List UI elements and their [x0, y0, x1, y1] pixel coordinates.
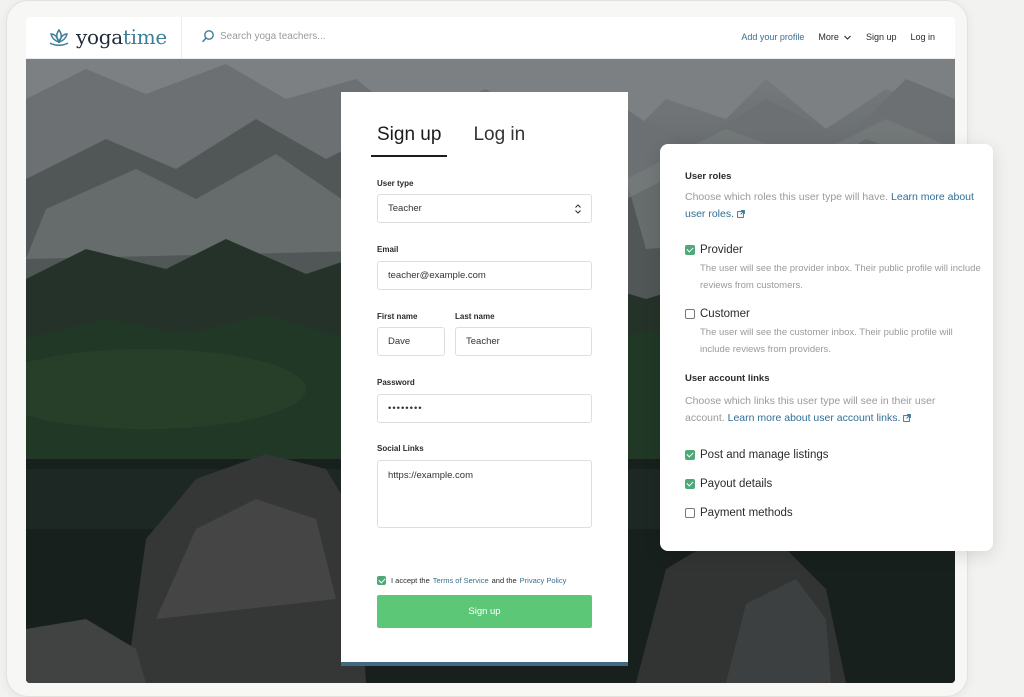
last-name-field[interactable] [455, 327, 592, 356]
external-link-icon [737, 210, 745, 219]
more-label: More [818, 32, 839, 42]
provider-description: The user will see the provider inbox. Th… [700, 263, 981, 291]
payout-checkbox[interactable] [685, 479, 695, 489]
search-icon [202, 30, 214, 43]
external-link-icon [903, 414, 912, 423]
first-name-field[interactable] [377, 327, 445, 356]
first-name-input[interactable] [388, 336, 444, 347]
listings-checkbox[interactable] [685, 450, 695, 460]
social-links-value: https://example.com [388, 470, 474, 481]
payout-label: Payout details [700, 478, 773, 490]
email-label: Email [377, 245, 399, 254]
customer-label: Customer [700, 308, 750, 320]
email-input[interactable] [388, 270, 591, 281]
nav-signup-link[interactable]: Sign up [866, 32, 897, 42]
user-roles-panel: User roles Choose which roles this user … [660, 144, 993, 551]
signup-submit-button[interactable]: Sign up [377, 595, 592, 628]
nav-links: Add your profile More Sign up Log in [727, 32, 935, 42]
account-links-heading: User account links [685, 373, 770, 384]
terms-of-service-link[interactable]: Terms of Service [433, 576, 489, 585]
listings-label: Post and manage listings [700, 449, 829, 461]
auth-tabs: Sign up Log in [371, 124, 551, 157]
user-type-value: Teacher [388, 203, 422, 214]
terms-row: I accept the Terms of Service and the Pr… [377, 576, 569, 585]
user-roles-desc-text: Choose which roles this user type will h… [685, 191, 889, 203]
search-bar[interactable] [201, 29, 420, 43]
provider-label: Provider [700, 244, 743, 256]
logo-wordmark: yogatime [76, 25, 167, 49]
terms-checkbox[interactable] [377, 576, 386, 585]
payment-label: Payment methods [700, 507, 793, 519]
social-links-label: Social Links [377, 444, 424, 453]
yogatime-logo[interactable]: yogatime [46, 25, 167, 49]
nav-login-link[interactable]: Log in [910, 32, 935, 42]
user-roles-description: Choose which roles this user type will h… [685, 189, 975, 223]
nav-divider [181, 17, 182, 59]
chevron-down-icon [844, 35, 851, 40]
terms-and: and the [491, 576, 517, 585]
password-field[interactable]: •••••••• [377, 394, 592, 423]
last-name-label: Last name [455, 312, 495, 321]
provider-option[interactable]: Provider [685, 244, 743, 256]
more-menu[interactable]: More [818, 32, 852, 42]
social-links-field[interactable]: https://example.com [377, 460, 592, 528]
logo-word-time: time [122, 25, 167, 49]
customer-option[interactable]: Customer [685, 308, 750, 320]
search-input[interactable] [220, 30, 420, 42]
tab-login[interactable]: Log in [473, 124, 525, 157]
account-links-description: Choose which links this user type will s… [685, 393, 975, 427]
top-nav: yogatime Add your profile More Sign u [26, 17, 955, 59]
password-label: Password [377, 378, 415, 387]
customer-checkbox[interactable] [685, 309, 695, 319]
select-chevron-icon [575, 204, 581, 214]
tab-signup[interactable]: Sign up [371, 124, 448, 157]
user-roles-heading: User roles [685, 171, 732, 182]
email-field[interactable] [377, 261, 592, 290]
terms-prefix: I accept the [391, 576, 430, 585]
password-value: •••••••• [388, 403, 423, 414]
link-option-payout[interactable]: Payout details [685, 478, 772, 490]
lotus-icon [49, 28, 69, 46]
user-type-label: User type [377, 179, 414, 188]
last-name-input[interactable] [466, 336, 591, 347]
logo-word-yoga: yoga [76, 25, 123, 49]
user-type-select[interactable]: Teacher [377, 194, 592, 223]
payment-checkbox[interactable] [685, 508, 695, 518]
learn-more-links-link[interactable]: Learn more about user account links. [728, 412, 901, 424]
link-option-listings[interactable]: Post and manage listings [685, 449, 829, 461]
add-profile-link[interactable]: Add your profile [741, 32, 804, 42]
link-option-payment[interactable]: Payment methods [685, 507, 793, 519]
signup-card: Sign up Log in User type Teacher Email F… [341, 92, 628, 666]
privacy-policy-link[interactable]: Privacy Policy [520, 576, 567, 585]
customer-description: The user will see the customer inbox. Th… [700, 327, 953, 355]
provider-checkbox[interactable] [685, 245, 695, 255]
first-name-label: First name [377, 312, 418, 321]
